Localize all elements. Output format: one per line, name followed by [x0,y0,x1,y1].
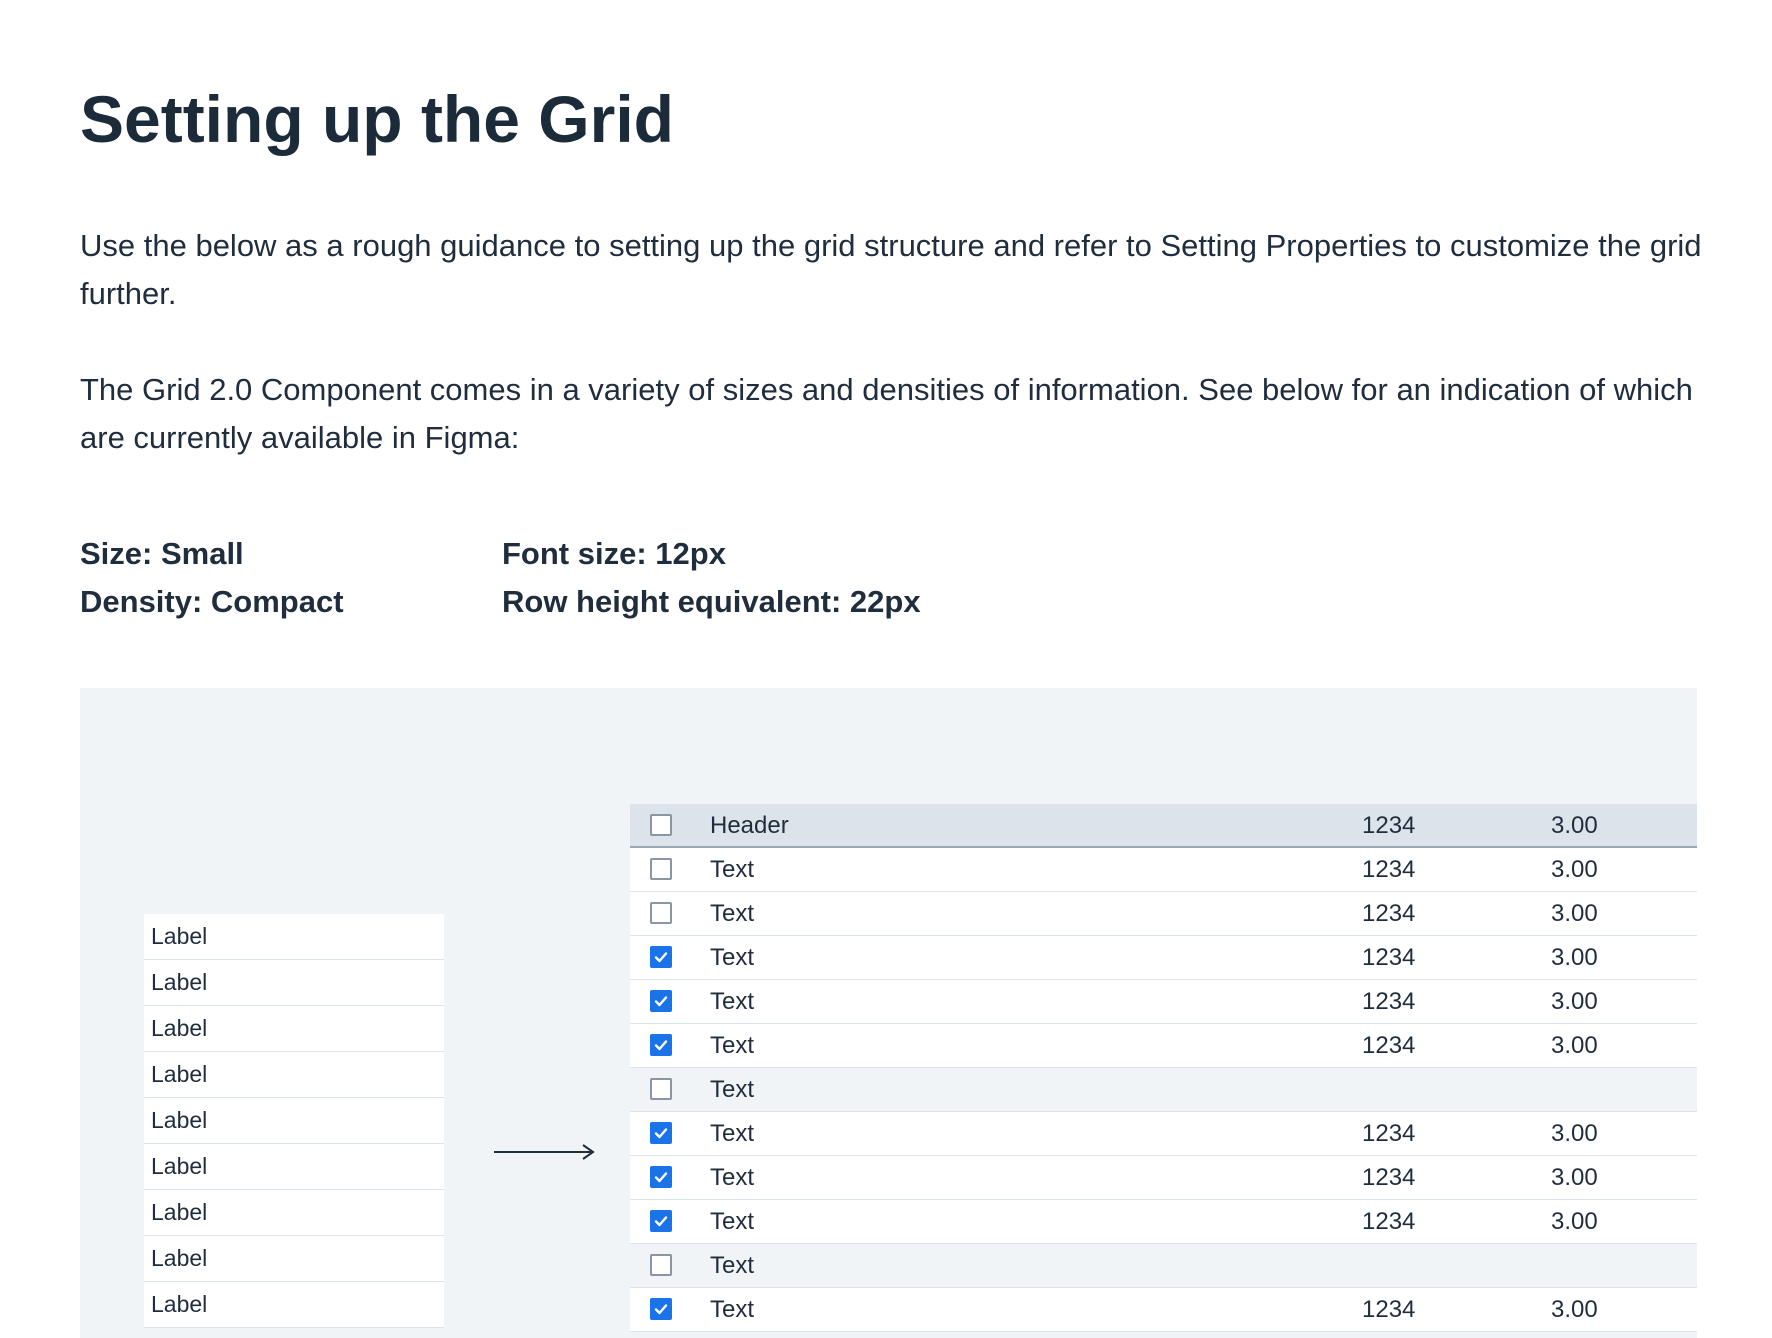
cell-decimal: 3.00 [1551,1208,1598,1235]
checkbox-checked[interactable] [650,990,672,1012]
checkmark-icon [654,952,668,963]
cell-number: 1234 [1362,1296,1416,1323]
page-title: Setting up the Grid [80,82,674,156]
cell-decimal: 3.00 [1551,856,1598,883]
cell-number: 1234 [1362,988,1416,1015]
cell-number: 1234 [1362,812,1416,839]
checkbox-unchecked[interactable] [650,1254,672,1276]
label-list-item: Label [144,1144,444,1190]
spec-size: Size: Small [80,536,244,571]
cell-text: Text [710,900,755,927]
label-list-item: Label [144,960,444,1006]
cell-number: 1234 [1362,856,1416,883]
cell-text: Text [710,1076,755,1103]
cell-number: 1234 [1362,1164,1416,1191]
grid-group-row[interactable]: Text [630,1068,1697,1112]
cell-number: 1234 [1362,1032,1416,1059]
cell-text: Text [710,1164,755,1191]
cell-decimal: 3.00 [1551,900,1598,927]
grid-header-row[interactable]: Header 1234 3.00 [630,804,1697,848]
checkbox-checked[interactable] [650,1298,672,1320]
label-list-item: Label [144,1236,444,1282]
table-row[interactable]: Text 1234 3.00 [630,848,1697,892]
label-list: Label Label Label Label Label Label Label Label… [144,914,444,1328]
specs-left: Size: Small Density: Compact [80,530,344,626]
label-list-item: Label [144,1190,444,1236]
data-grid: Header 1234 3.00 Text 1234 3.00 Text 1234 3.00 Te… [630,804,1697,1332]
table-row[interactable]: Text 1234 3.00 [630,980,1697,1024]
checkbox-unchecked[interactable] [650,814,672,836]
checkmark-icon [654,1216,668,1227]
label-list-item: Label [144,914,444,960]
checkmark-icon [654,1304,668,1315]
label-list-item: Label [144,1282,444,1328]
cell-text: Text [710,856,755,883]
spec-row-height: Row height equivalent: 22px [502,584,921,619]
example-panel: Label Label Label Label Label Label Label Label… [80,688,1697,1338]
checkbox-unchecked[interactable] [650,1078,672,1100]
table-row[interactable]: Text 1234 3.00 [630,1112,1697,1156]
checkbox-checked[interactable] [650,1210,672,1232]
availability-paragraph: The Grid 2.0 Component comes in a variet… [80,372,1693,455]
checkmark-icon [654,996,668,1007]
label-list-item: Label [144,1006,444,1052]
checkmark-icon [654,1040,668,1051]
cell-text: Text [710,1296,755,1323]
label-list-item: Label [144,1098,444,1144]
cell-text: Text [710,1120,755,1147]
table-row[interactable]: Text 1234 3.00 [630,1156,1697,1200]
checkbox-unchecked[interactable] [650,902,672,924]
label-list-item: Label [144,1052,444,1098]
checkbox-unchecked[interactable] [650,858,672,880]
cell-text: Text [710,1252,755,1279]
cell-number: 1234 [1362,1208,1416,1235]
cell-decimal: 3.00 [1551,1120,1598,1147]
cell-text: Header [710,812,789,839]
table-row[interactable]: Text 1234 3.00 [630,1024,1697,1068]
cell-number: 1234 [1362,900,1416,927]
checkbox-checked[interactable] [650,946,672,968]
checkmark-icon [654,1128,668,1139]
cell-number: 1234 [1362,944,1416,971]
cell-decimal: 3.00 [1551,812,1598,839]
cell-number: 1234 [1362,1120,1416,1147]
spec-font-size: Font size: 12px [502,536,726,571]
checkbox-checked[interactable] [650,1122,672,1144]
table-row[interactable]: Text 1234 3.00 [630,1288,1697,1332]
spec-density: Density: Compact [80,584,344,619]
cell-decimal: 3.00 [1551,1296,1598,1323]
cell-decimal: 3.00 [1551,944,1598,971]
cell-decimal: 3.00 [1551,1032,1598,1059]
table-row[interactable]: Text 1234 3.00 [630,1200,1697,1244]
cell-decimal: 3.00 [1551,988,1598,1015]
cell-decimal: 3.00 [1551,1164,1598,1191]
table-row[interactable]: Text 1234 3.00 [630,936,1697,980]
table-row[interactable]: Text 1234 3.00 [630,892,1697,936]
checkbox-checked[interactable] [650,1166,672,1188]
cell-text: Text [710,944,755,971]
cell-text: Text [710,1208,755,1235]
checkmark-icon [654,1172,668,1183]
cell-text: Text [710,1032,755,1059]
checkbox-checked[interactable] [650,1034,672,1056]
intro-paragraph: Use the below as a rough guidance to set… [80,228,1702,311]
grid-group-row[interactable]: Text [630,1244,1697,1288]
cell-text: Text [710,988,755,1015]
specs-right: Font size: 12px Row height equivalent: 2… [502,530,921,626]
arrow-right-icon [494,1144,595,1160]
